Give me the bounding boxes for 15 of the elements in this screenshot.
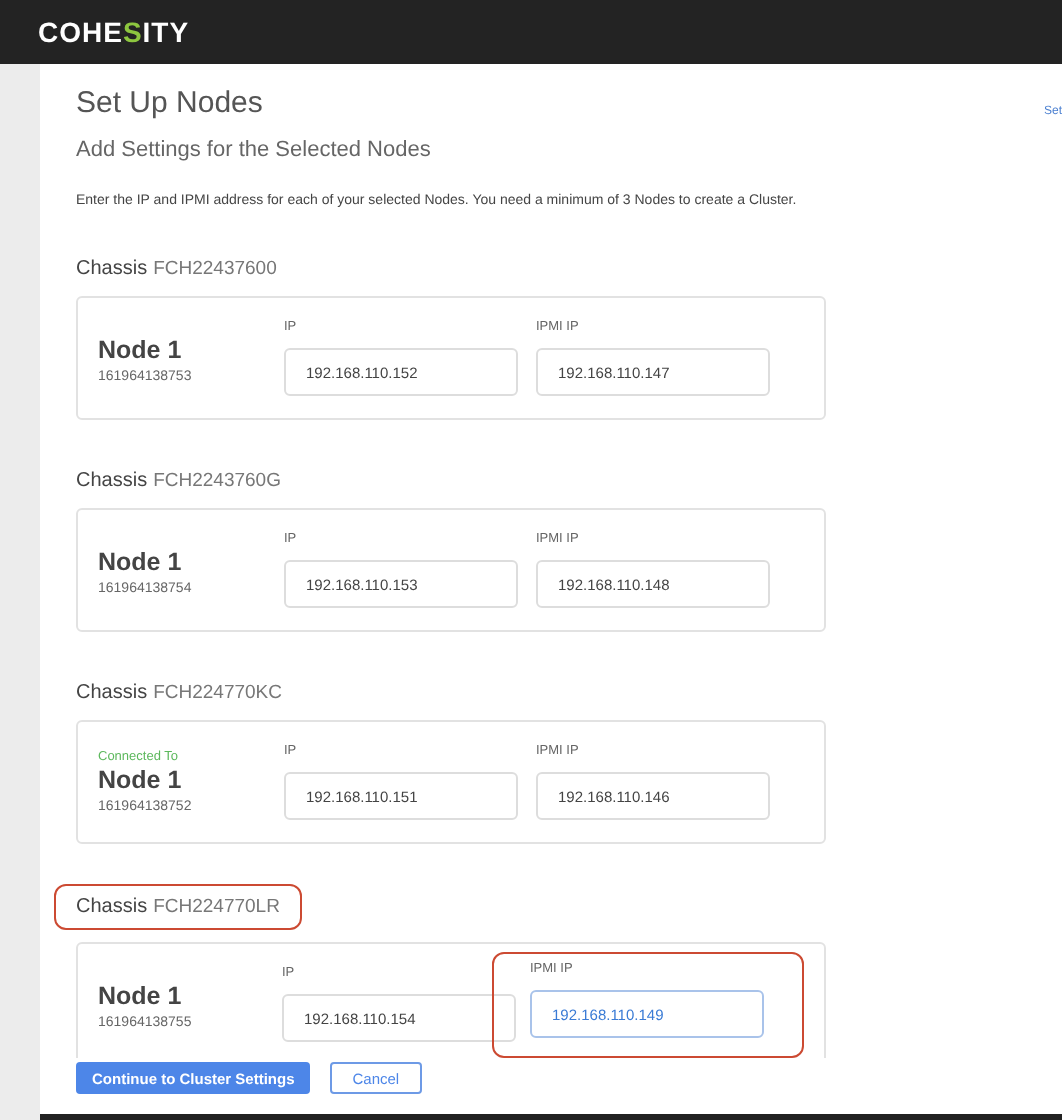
chassis-label: Chassis — [76, 682, 148, 704]
page-subtitle: Add Settings for the Selected Nodes — [76, 138, 433, 162]
chassis-id: FCH224770KC — [153, 682, 282, 704]
chassis-label: Chassis — [76, 258, 148, 280]
node-name: Node 1 — [98, 766, 182, 794]
node-name: Node 1 — [98, 335, 182, 363]
chassis-id: FCH2243760G — [153, 470, 281, 492]
chassis-id: FCH224770LR — [153, 896, 280, 918]
chassis-label: Chassis — [76, 470, 148, 492]
page-title: Set Up Nodes — [76, 86, 263, 120]
node-name: Node 1 — [98, 981, 182, 1009]
logo: COHESITY — [38, 16, 190, 48]
node-name: Node 1 — [98, 547, 182, 575]
chassis-id: FCH22437600 — [153, 258, 277, 280]
chassis-label: Chassis — [76, 896, 148, 918]
